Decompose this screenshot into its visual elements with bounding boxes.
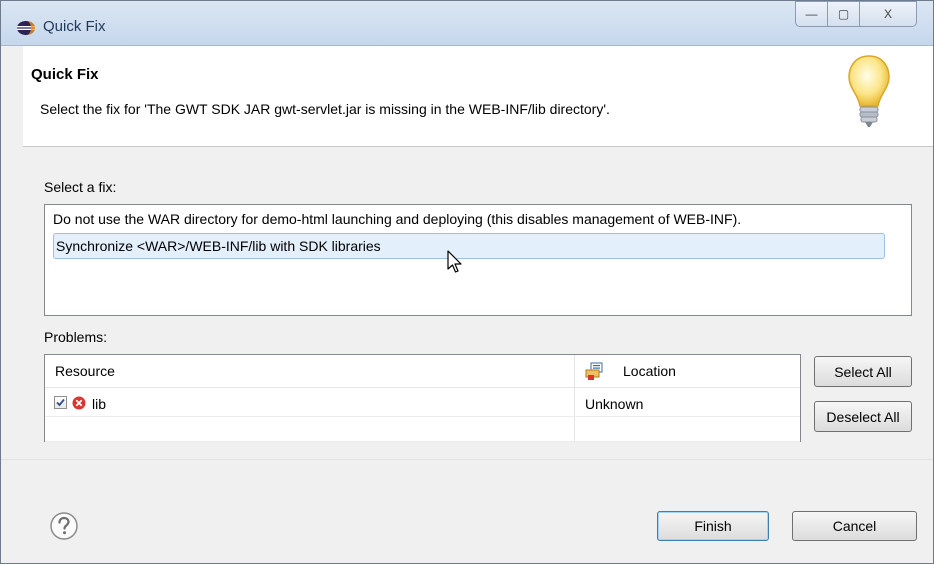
location-column-label: Location — [623, 363, 676, 379]
lightbulb-icon — [848, 55, 890, 127]
fix-option-disable-war[interactable]: Do not use the WAR directory for demo-ht… — [53, 211, 741, 227]
maximize-button[interactable]: ▢ — [827, 1, 860, 27]
resource-column-header[interactable]: Resource — [45, 355, 574, 388]
header-message: Select the fix for 'The GWT SDK JAR gwt-… — [40, 101, 610, 117]
dialog-header: Quick Fix Select the fix for 'The GWT SD… — [23, 46, 933, 147]
footer-divider — [1, 459, 933, 460]
finish-button[interactable]: Finish — [657, 511, 769, 541]
mouse-cursor-icon — [447, 250, 462, 273]
resource-cell: lib — [92, 396, 107, 412]
cancel-button[interactable]: Cancel — [792, 511, 917, 541]
header-title: Quick Fix — [31, 66, 99, 83]
checkmark-icon — [56, 398, 65, 407]
eclipse-icon — [17, 21, 35, 35]
error-icon — [72, 396, 86, 410]
minimize-icon: — — [805, 7, 818, 21]
location-cell: Unknown — [585, 396, 644, 412]
help-icon[interactable] — [49, 511, 79, 541]
row-divider — [45, 416, 800, 417]
location-column-header[interactable]: Location — [575, 355, 800, 388]
problems-label: Problems: — [44, 329, 108, 345]
close-icon: X — [883, 7, 892, 21]
problems-table: Resource Location lib Unknown — [44, 354, 801, 443]
select-all-button[interactable]: Select All — [814, 356, 912, 387]
fix-list[interactable]: Do not use the WAR directory for demo-ht… — [44, 204, 912, 316]
close-button[interactable]: X — [859, 1, 917, 27]
maximize-icon: ▢ — [837, 7, 850, 21]
select-fix-label: Select a fix: — [44, 179, 117, 195]
title-bar[interactable]: Quick Fix — ▢ X — [1, 1, 933, 46]
row-checkbox[interactable] — [54, 396, 67, 409]
window-title: Quick Fix — [43, 18, 106, 35]
location-icon — [585, 362, 603, 380]
minimize-button[interactable]: — — [795, 1, 828, 27]
deselect-all-button[interactable]: Deselect All — [814, 401, 912, 432]
fix-option-synchronize[interactable]: Synchronize <WAR>/WEB-INF/lib with SDK l… — [53, 233, 885, 259]
quick-fix-dialog: Quick Fix — ▢ X Quick Fix Select the fix… — [0, 0, 934, 564]
row-divider — [45, 441, 800, 442]
column-divider — [574, 355, 575, 443]
